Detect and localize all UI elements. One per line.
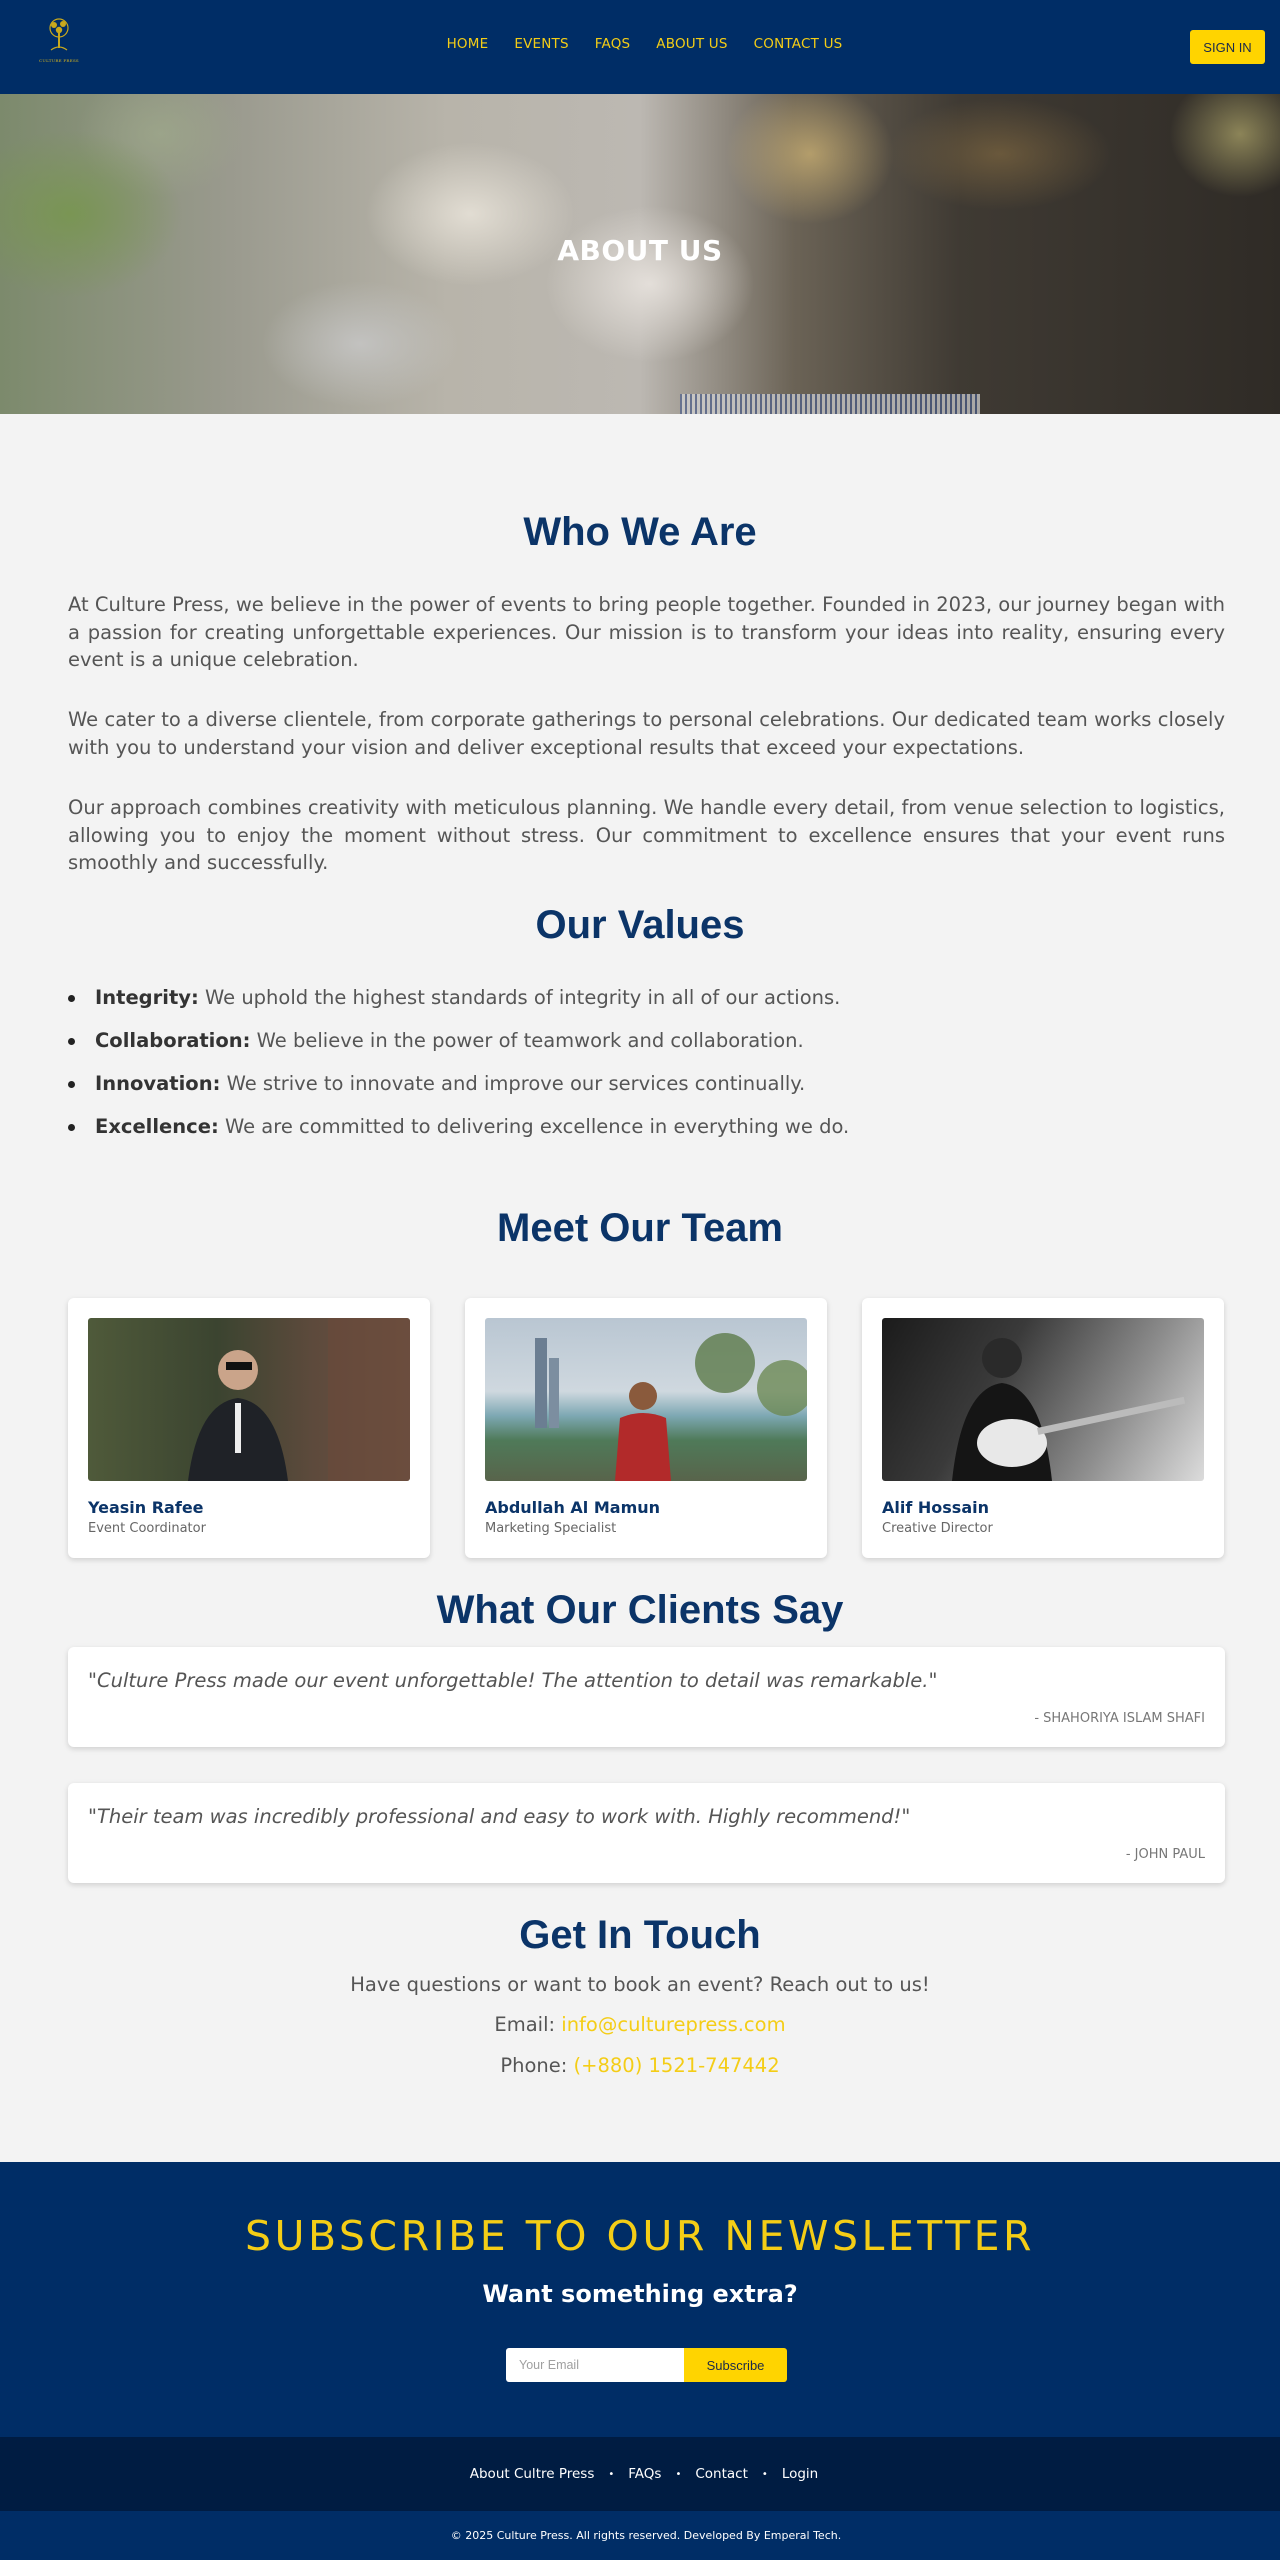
newsletter-title: SUBSCRIBE TO OUR NEWSLETTER [244, 2212, 1036, 2260]
nav-contact-link[interactable]: CONTACT US [754, 36, 843, 52]
value-text: We strive to innovate and improve our se… [220, 1072, 806, 1095]
newsletter-email-input[interactable] [506, 2348, 684, 2382]
email-label: Email: [494, 2013, 562, 2036]
our-values-heading: Our Values [535, 903, 745, 947]
logo-text: CULTURE PRESS [39, 58, 79, 63]
value-term: Integrity: [95, 986, 199, 1009]
top-nav: CULTURE PRESS HOME EVENTS FAQS ABOUT US … [0, 0, 1280, 94]
nav-events-link[interactable]: EVENTS [514, 36, 568, 52]
footer-about-link[interactable]: About Cultre Press [470, 2466, 595, 2482]
value-term: Collaboration: [95, 1029, 251, 1052]
value-item: Innovation: We strive to innovate and im… [68, 1072, 849, 1095]
footer-nav: About Cultre Press • FAQs • Contact • Lo… [0, 2437, 1280, 2511]
nav-home-link[interactable]: HOME [447, 36, 489, 52]
copyright-text: © 2025 Culture Press. All rights reserve… [450, 2529, 842, 2542]
hero-title: ABOUT US [557, 234, 723, 267]
value-item: Excellence: We are committed to deliveri… [68, 1115, 849, 1138]
copyright-bar: © 2025 Culture Press. All rights reserve… [0, 2511, 1280, 2560]
testimonial-quote: "Culture Press made our event unforgetta… [88, 1669, 938, 1692]
value-text: We uphold the highest standards of integ… [198, 986, 841, 1009]
testimonial-card: "Culture Press made our event unforgetta… [68, 1647, 1225, 1747]
value-text: We believe in the power of teamwork and … [250, 1029, 804, 1052]
footer-contact-link[interactable]: Contact [695, 2466, 748, 2482]
value-term: Excellence: [95, 1115, 219, 1138]
team-member-photo [485, 1318, 807, 1481]
about-paragraph-3: Our approach combines creativity with me… [68, 796, 1225, 874]
team-card: Alif Hossain Creative Director [862, 1298, 1224, 1558]
team-member-photo [88, 1318, 410, 1481]
value-text: We are committed to delivering excellenc… [218, 1115, 850, 1138]
guitarist-silhouette-icon [952, 1338, 1186, 1481]
testimonial-author: - Shahoriya Islam Shafi [1034, 1711, 1205, 1726]
team-card: Abdullah Al Mamun Marketing Specialist [465, 1298, 827, 1558]
subscribe-button[interactable]: Subscribe [684, 2348, 787, 2382]
team-member-role: Creative Director [882, 1521, 993, 1536]
contact-email-line: Email: info@culturepress.com [0, 2013, 1280, 2036]
team-member-photo [882, 1318, 1204, 1481]
footer-login-link[interactable]: Login [782, 2466, 818, 2482]
value-item: Collaboration: We believe in the power o… [68, 1029, 849, 1052]
newsletter-subtitle: Want something extra? [482, 2280, 798, 2308]
testimonials-heading: What Our Clients Say [436, 1588, 844, 1632]
contact-intro: Have questions or want to book an event?… [350, 1973, 930, 1996]
nav-about-link[interactable]: ABOUT US [656, 36, 727, 52]
team-card: Yeasin Rafee Event Coordinator [68, 1298, 430, 1558]
team-member-name: Yeasin Rafee [88, 1498, 204, 1517]
who-we-are-heading: Who We Are [523, 510, 757, 554]
team-member-role: Marketing Specialist [485, 1521, 617, 1536]
hero-tablecloth-decoration [680, 394, 980, 414]
values-list: Integrity: We uphold the highest standar… [68, 986, 849, 1158]
hero-banner: ABOUT US [0, 94, 1280, 414]
email-link[interactable]: info@culturepress.com [561, 2013, 785, 2036]
testimonial-author: - John Paul [1125, 1847, 1205, 1862]
team-member-role: Event Coordinator [88, 1521, 206, 1536]
contact-phone-line: Phone: (+880) 1521-747442 [0, 2054, 1280, 2077]
sign-in-button[interactable]: SIGN IN [1190, 30, 1265, 64]
about-paragraph-2: We cater to a diverse clientele, from co… [68, 708, 1225, 759]
separator-dot: • [608, 2468, 615, 2480]
team-member-name: Abdullah Al Mamun [485, 1498, 661, 1517]
main-menu: HOME EVENTS FAQS ABOUT US CONTACT US [0, 36, 1280, 52]
team-member-name: Alif Hossain [882, 1498, 989, 1517]
footer-faqs-link[interactable]: FAQs [628, 2466, 661, 2482]
testimonial-quote: "Their team was incredibly professional … [88, 1805, 911, 1828]
testimonial-card: "Their team was incredibly professional … [68, 1783, 1225, 1883]
team-grid: Yeasin Rafee Event Coordinator Abdullah … [68, 1298, 1224, 1558]
separator-dot: • [675, 2468, 682, 2480]
person-silhouette-icon [188, 1318, 410, 1481]
person-silhouette-icon [535, 1333, 807, 1481]
newsletter-form: Subscribe [506, 2348, 787, 2382]
about-paragraph-1: At Culture Press, we believe in the powe… [68, 593, 1225, 671]
phone-label: Phone: [500, 2054, 574, 2077]
nav-faqs-link[interactable]: FAQS [595, 36, 631, 52]
team-heading: Meet Our Team [497, 1206, 783, 1250]
value-item: Integrity: We uphold the highest standar… [68, 986, 849, 1009]
phone-link[interactable]: (+880) 1521-747442 [574, 2054, 780, 2077]
separator-dot: • [761, 2468, 768, 2480]
value-term: Innovation: [95, 1072, 221, 1095]
newsletter-section: SUBSCRIBE TO OUR NEWSLETTER Want somethi… [0, 2162, 1280, 2437]
contact-heading: Get In Touch [519, 1913, 761, 1957]
